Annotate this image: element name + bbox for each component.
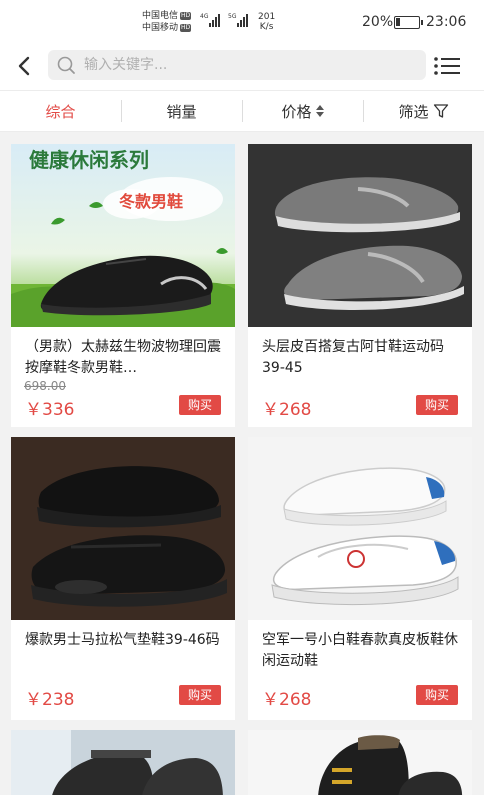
battery-fill: [396, 18, 400, 26]
signal-icon: 4G: [200, 13, 221, 27]
product-card[interactable]: 头层皮百搭复古阿甘鞋运动码39-45 ￥268 购买: [248, 144, 472, 427]
buy-button[interactable]: 购买: [416, 395, 458, 415]
sort-arrows-icon: [315, 105, 324, 117]
funnel-icon: [433, 104, 448, 118]
tab-label: 筛选: [398, 102, 429, 121]
search-header: [0, 44, 484, 90]
network-type-5g: 5G: [228, 13, 237, 20]
buy-button[interactable]: 购买: [179, 685, 221, 705]
original-price: 698.00: [24, 379, 66, 393]
search-input[interactable]: [84, 54, 414, 76]
image-caption: 冬款男鞋: [119, 192, 184, 211]
product-card[interactable]: 空军一号小白鞋春款真皮板鞋休闲运动鞋 ￥268 购买: [248, 437, 472, 720]
product-title[interactable]: 头层皮百搭复古阿甘鞋运动码39-45: [248, 327, 472, 379]
product-image[interactable]: [248, 144, 472, 327]
product-image[interactable]: [11, 730, 235, 795]
product-image[interactable]: [248, 437, 472, 620]
shoe-image: [248, 437, 472, 620]
tab-comprehensive[interactable]: 综合: [0, 91, 121, 131]
shoe-image: [11, 730, 235, 795]
tab-price[interactable]: 价格: [242, 91, 363, 131]
search-box[interactable]: [48, 50, 426, 80]
shoe-image: [248, 144, 472, 327]
product-price: ￥336: [25, 400, 75, 420]
product-card[interactable]: 健康休闲系列 冬款男鞋 （男款）太赫兹生物波物理回震按摩鞋冬款男鞋… 698.0…: [11, 144, 235, 427]
product-title[interactable]: （男款）太赫兹生物波物理回震按摩鞋冬款男鞋…: [11, 327, 235, 379]
shoe-image: [248, 730, 472, 795]
product-image[interactable]: [11, 437, 235, 620]
tab-label: 价格: [281, 102, 312, 121]
hd-badge: HD: [180, 12, 192, 20]
product-price: ￥268: [262, 400, 312, 420]
image-caption: 健康休闲系列: [29, 148, 149, 172]
carrier-name-1: 中国电信: [142, 11, 179, 21]
clock: 23:06: [426, 14, 467, 30]
product-card[interactable]: [11, 730, 235, 795]
carrier-name-2: 中国移动: [142, 23, 179, 33]
list-view-icon[interactable]: [432, 54, 462, 78]
filter-bar: 综合 销量 价格 筛选: [0, 90, 484, 132]
battery-percent: 20%: [362, 14, 394, 30]
battery-icon: [394, 16, 423, 29]
buy-button[interactable]: 购买: [416, 685, 458, 705]
product-card[interactable]: 爆款男士马拉松气垫鞋39-46码 ￥238 购买: [11, 437, 235, 720]
product-title[interactable]: 空军一号小白鞋春款真皮板鞋休闲运动鞋: [248, 620, 472, 672]
signal-icon: 5G: [228, 13, 249, 27]
product-image[interactable]: 健康休闲系列 冬款男鞋: [11, 144, 235, 327]
tab-label: 综合: [45, 102, 76, 121]
speed-unit: K/s: [259, 22, 274, 32]
tab-filter[interactable]: 筛选: [363, 91, 484, 131]
product-title[interactable]: 爆款男士马拉松气垫鞋39-46码: [11, 620, 235, 672]
product-price: ￥238: [25, 690, 75, 710]
hd-badge: HD: [180, 24, 192, 32]
tab-sales[interactable]: 销量: [121, 91, 242, 131]
network-speed: 201 K/s: [258, 12, 275, 32]
buy-button[interactable]: 购买: [179, 395, 221, 415]
speed-value: 201: [258, 12, 276, 22]
network-type-4g: 4G: [200, 13, 209, 20]
shoe-image: [11, 437, 235, 620]
tab-label: 销量: [166, 102, 197, 121]
carrier-info: 中国电信 HD 中国移动 HD: [142, 10, 192, 34]
back-arrow-icon[interactable]: [12, 52, 38, 80]
status-bar: 中国电信 HD 中国移动 HD 4G 5G 201 K/s 20% 23:06: [0, 0, 484, 44]
search-icon: [57, 56, 75, 74]
product-image[interactable]: [248, 730, 472, 795]
product-card[interactable]: [248, 730, 472, 795]
product-price: ￥268: [262, 690, 312, 710]
